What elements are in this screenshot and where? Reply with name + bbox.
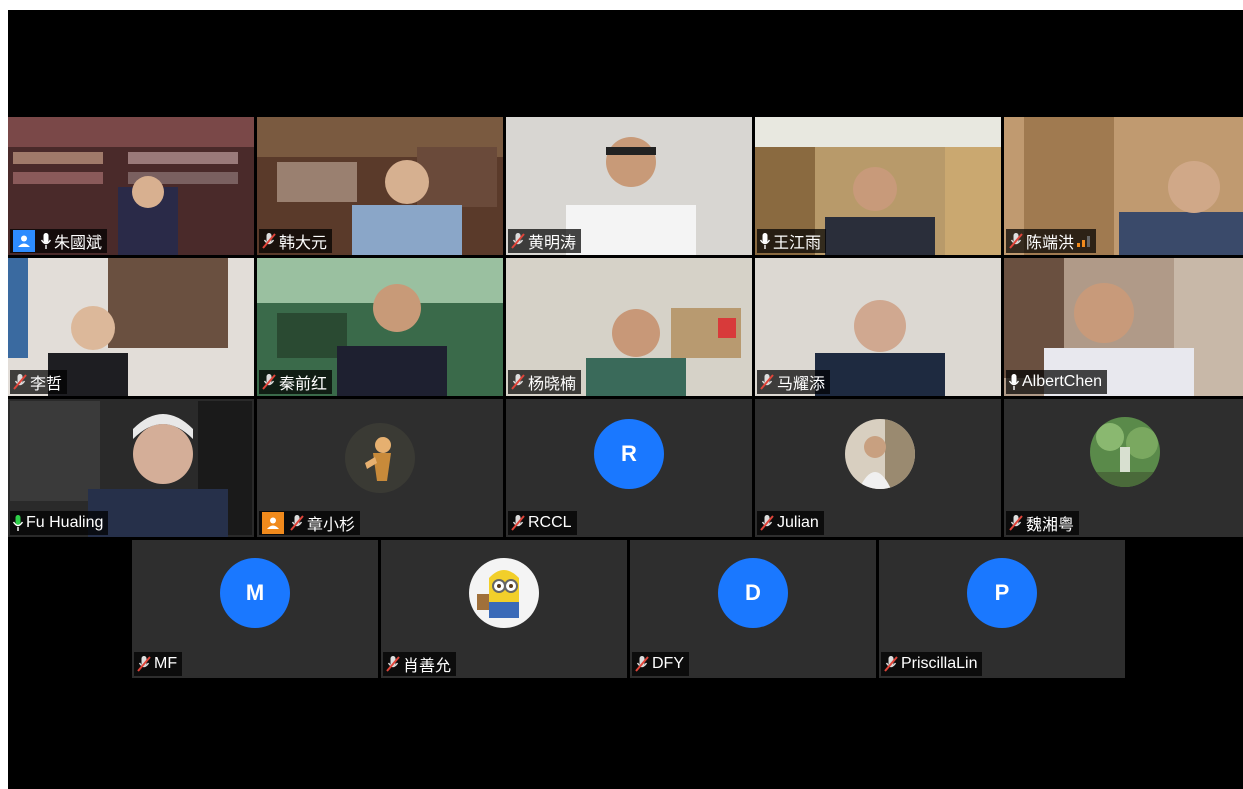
speaking-mic-icon	[13, 515, 23, 531]
participant-name: 黄明涛	[528, 235, 577, 252]
muted-mic-icon	[511, 233, 525, 249]
muted-mic-icon	[290, 515, 304, 531]
participant-nametag: DFY	[632, 652, 689, 676]
mic-icon	[1009, 374, 1019, 390]
participant-name: 肖善允	[403, 658, 452, 675]
avatar-tile[interactable]: 魏湘粤	[1004, 399, 1243, 537]
mic-icon	[41, 233, 51, 249]
participant-nametag: 章小杉	[259, 511, 361, 535]
participant-name: PriscillaLin	[901, 655, 978, 672]
avatar	[845, 419, 915, 489]
participant-name: 章小杉	[307, 517, 356, 534]
participant-nametag: RCCL	[508, 511, 577, 535]
participant-nametag: 魏湘粤	[1006, 511, 1080, 535]
participant-nametag: 杨晓楠	[508, 370, 582, 394]
person-icon	[13, 230, 35, 252]
participant-nametag: 肖善允	[383, 652, 457, 676]
muted-mic-icon	[1009, 233, 1023, 249]
muted-mic-icon	[137, 656, 151, 672]
participant-nametag: 马耀添	[757, 370, 831, 394]
weak-signal-icon	[1077, 235, 1091, 247]
participant-name: 朱國斌	[54, 235, 103, 252]
avatar-tile[interactable]: 肖善允	[381, 540, 627, 678]
participant-nametag: 黄明涛	[508, 229, 582, 253]
avatar-tile[interactable]: 章小杉	[257, 399, 503, 537]
participant-name: MF	[154, 655, 178, 672]
avatar: M	[220, 558, 290, 628]
participant-name: DFY	[652, 655, 684, 672]
muted-mic-icon	[635, 656, 649, 672]
muted-mic-icon	[13, 374, 27, 390]
participant-name: AlbertChen	[1022, 373, 1103, 390]
avatar: P	[967, 558, 1037, 628]
participant-nametag: 李哲	[10, 370, 68, 394]
muted-mic-icon	[262, 233, 276, 249]
participant-name: 魏湘粤	[1026, 517, 1075, 534]
person-icon	[262, 512, 284, 534]
avatar	[345, 423, 415, 493]
video-tile[interactable]: 韩大元	[257, 117, 503, 255]
participant-nametag: 韩大元	[259, 229, 333, 253]
participant-name: 陈端洪	[1026, 235, 1075, 252]
participant-nametag: 秦前红	[259, 370, 333, 394]
participant-name: 韩大元	[279, 235, 328, 252]
participant-name: Julian	[777, 514, 819, 531]
participant-name: 秦前红	[279, 376, 328, 393]
video-tile[interactable]: 黄明涛	[506, 117, 752, 255]
participant-nametag: PriscillaLin	[881, 652, 983, 676]
video-tile[interactable]: 李哲	[8, 258, 254, 396]
participant-nametag: Julian	[757, 511, 824, 535]
participant-name: 王江雨	[773, 235, 822, 252]
avatar: D	[718, 558, 788, 628]
muted-mic-icon	[760, 374, 774, 390]
muted-mic-icon	[262, 374, 276, 390]
video-tile[interactable]: 陈端洪	[1004, 117, 1243, 255]
avatar-tile[interactable]: P PriscillaLin	[879, 540, 1125, 678]
avatar	[1090, 417, 1160, 487]
video-tile[interactable]: 杨晓楠	[506, 258, 752, 396]
participant-nametag: 王江雨	[757, 229, 827, 253]
muted-mic-icon	[760, 515, 774, 531]
participant-name: 李哲	[30, 376, 63, 393]
video-tile[interactable]: 秦前红	[257, 258, 503, 396]
muted-mic-icon	[386, 656, 400, 672]
gallery-view: 朱國斌 韩大元 黄明涛 王江雨 陈端洪 李哲 秦前红 杨晓楠 马耀添 Alber…	[8, 10, 1243, 789]
video-tile[interactable]: 王江雨	[755, 117, 1001, 255]
participant-nametag: 朱國斌	[10, 229, 108, 253]
participant-nametag: 陈端洪	[1006, 229, 1097, 253]
video-tile[interactable]: AlbertChen	[1004, 258, 1243, 396]
participant-nametag: MF	[134, 652, 183, 676]
avatar-tile[interactable]: D DFY	[630, 540, 876, 678]
avatar: R	[594, 419, 664, 489]
minion-avatar	[469, 558, 539, 628]
muted-mic-icon	[511, 515, 525, 531]
avatar-tile[interactable]: R RCCL	[506, 399, 752, 537]
participant-nametag: Fu Hualing	[10, 511, 109, 535]
participant-name: Fu Hualing	[26, 514, 104, 531]
participant-name: RCCL	[528, 514, 572, 531]
muted-mic-icon	[511, 374, 525, 390]
video-tile[interactable]: 朱國斌	[8, 117, 254, 255]
active-speaker-tile[interactable]: Fu Hualing	[8, 399, 254, 537]
participant-name: 马耀添	[777, 376, 826, 393]
participant-name: 杨晓楠	[528, 376, 577, 393]
muted-mic-icon	[1009, 515, 1023, 531]
muted-mic-icon	[884, 656, 898, 672]
participant-nametag: AlbertChen	[1006, 370, 1108, 394]
avatar-tile[interactable]: M MF	[132, 540, 378, 678]
video-tile[interactable]: 马耀添	[755, 258, 1001, 396]
avatar-tile[interactable]: Julian	[755, 399, 1001, 537]
mic-icon	[760, 233, 770, 249]
